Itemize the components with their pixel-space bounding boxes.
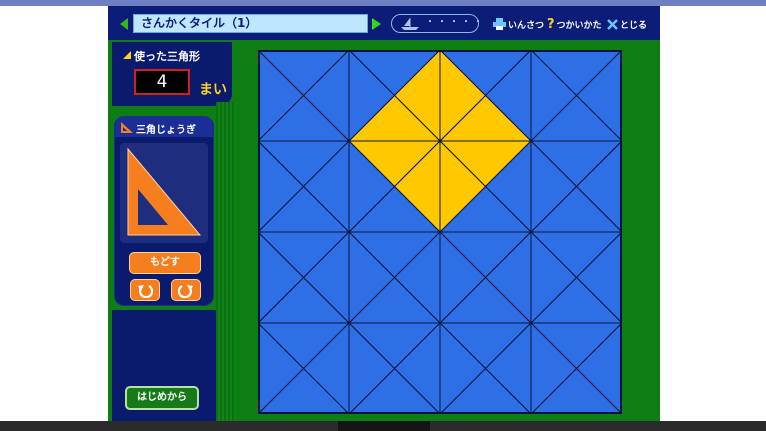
counter-caption: 使った三角形 — [134, 50, 200, 63]
rotate-right-button[interactable] — [171, 279, 201, 301]
printer-icon — [493, 18, 506, 30]
counter-unit: まい — [199, 82, 227, 98]
rotate-left-icon — [138, 285, 153, 298]
prev-arrow-icon[interactable] — [120, 18, 128, 30]
close-button[interactable]: とじる — [607, 16, 647, 32]
print-button[interactable]: いんさつ — [493, 16, 544, 32]
help-button[interactable]: ? つかいかた — [547, 16, 602, 32]
app-window: さんかくタイル（1） ・・・・・ いんさつ ? つかいかた とじる 使った三角形… — [108, 6, 660, 421]
print-label: いんさつ — [508, 20, 545, 31]
ruler-title-bar: 三角じょうぎ — [115, 117, 213, 137]
set-square-tool[interactable] — [120, 143, 208, 243]
set-square-icon — [121, 122, 133, 133]
triangle-counter-panel: 使った三角形 4 まい — [112, 42, 232, 106]
close-label: とじる — [620, 20, 648, 31]
bottom-strip — [0, 421, 766, 431]
rotate-left-button[interactable] — [130, 279, 160, 301]
restart-button[interactable]: はじめから — [125, 386, 199, 410]
close-icon — [607, 18, 618, 30]
question-icon: ? — [547, 16, 555, 32]
set-square-icon[interactable] — [120, 143, 208, 243]
triangle-count: 4 — [134, 69, 190, 95]
taskbar-segment — [338, 421, 430, 431]
triangle-marker-icon — [123, 51, 131, 59]
tile-board[interactable] — [258, 50, 622, 414]
progress-indicator: ・・・・・ — [391, 14, 483, 33]
lesson-title: さんかくタイル（1） — [133, 14, 368, 33]
progress-dots: ・・・・・ — [425, 17, 485, 28]
toolbar: さんかくタイル（1） ・・・・・ いんさつ ? つかいかた とじる — [108, 6, 660, 40]
rotate-right-icon — [178, 285, 193, 298]
triangle-ruler-panel: 三角じょうぎ もどす — [114, 116, 214, 306]
decorative-stripes — [216, 102, 236, 421]
next-arrow-icon[interactable] — [372, 18, 381, 30]
ruler-title: 三角じょうぎ — [136, 125, 196, 136]
help-label: つかいかた — [556, 20, 602, 31]
undo-button[interactable]: もどす — [129, 252, 201, 274]
sailboat-icon — [401, 18, 419, 30]
